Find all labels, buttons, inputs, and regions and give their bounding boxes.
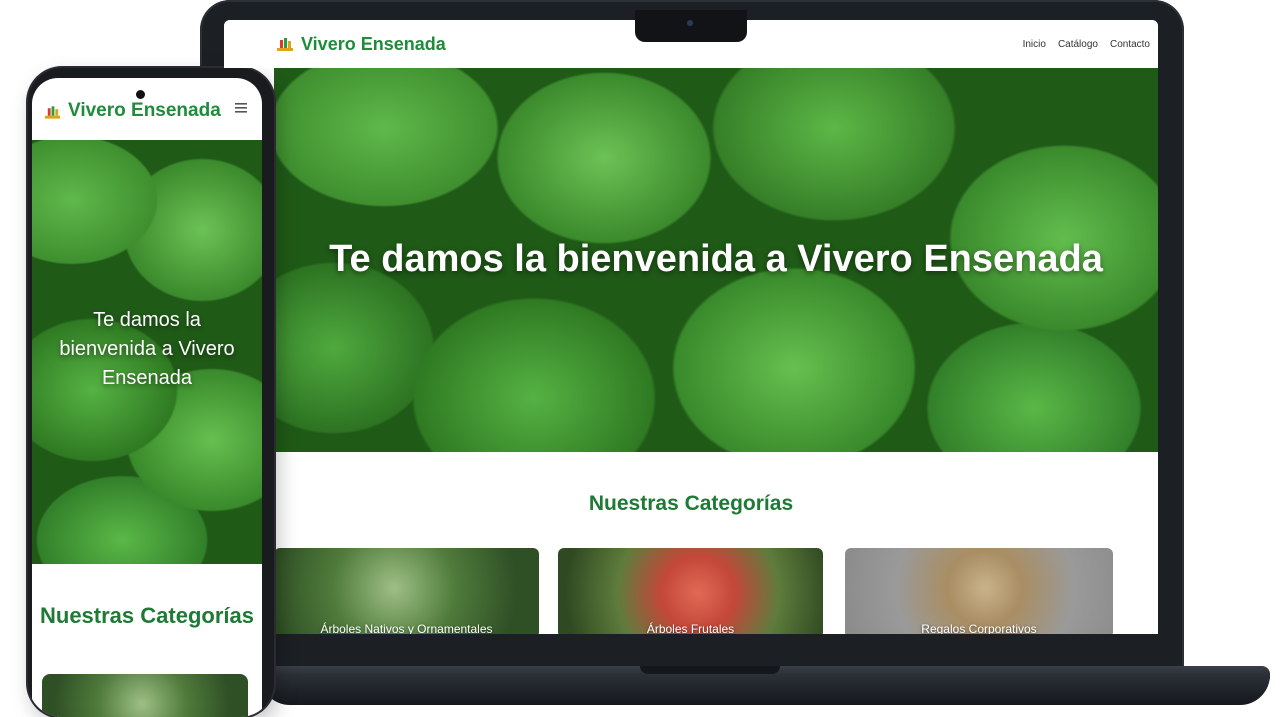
category-card[interactable] (42, 674, 248, 717)
hero-banner: Te damos la bienvenida a Vivero Ensenada (32, 140, 262, 564)
category-label: Árboles Nativos y Ornamentales (320, 622, 493, 634)
nav-link-inicio[interactable]: Inicio (1023, 39, 1046, 50)
logo-icon (44, 106, 61, 119)
hero-title: Te damos la bienvenida a Vivero Ensenada (59, 309, 235, 389)
phone-frame: Vivero Ensenada Te damos la bienvenida a… (28, 68, 274, 717)
laptop-screen: Vivero Ensenada Inicio Catálogo Contacto… (224, 20, 1158, 634)
section-title: Nuestras Categorías (40, 603, 254, 628)
category-card-arboles-nativos[interactable]: Árboles Nativos y Ornamentales (274, 548, 539, 634)
hamburger-menu-icon[interactable] (235, 102, 247, 114)
nav-link-catalogo[interactable]: Catálogo (1058, 39, 1098, 50)
category-label: Árboles Frutales (646, 622, 735, 634)
section-title: Nuestras Categorías (588, 492, 794, 515)
laptop-base (260, 675, 1270, 705)
laptop-nav-menu: Inicio Catálogo Contacto (1023, 39, 1150, 50)
hero-title: Te damos la bienvenida a Vivero Ensenada (329, 238, 1103, 280)
brand-name[interactable]: Vivero Ensenada (68, 100, 221, 122)
category-card-regalos-corporativos[interactable]: Regalos Corporativos (845, 548, 1113, 634)
brand-name[interactable]: Vivero Ensenada (301, 34, 446, 55)
laptop-notch (635, 10, 747, 42)
category-cards: Árboles Nativos y Ornamentales Árboles F… (274, 548, 1158, 634)
nav-link-contacto[interactable]: Contacto (1110, 39, 1150, 50)
camera-icon (687, 20, 693, 26)
laptop-hinge (640, 666, 780, 674)
phone-camera-icon (136, 90, 145, 99)
category-label: Regalos Corporativos (921, 622, 1037, 634)
category-card-arboles-frutales[interactable]: Árboles Frutales (558, 548, 823, 634)
logo-icon (277, 38, 293, 51)
hero-banner: Te damos la bienvenida a Vivero Ensenada (274, 68, 1158, 452)
phone-screen: Vivero Ensenada Te damos la bienvenida a… (32, 78, 262, 717)
laptop-bezel-bottom (224, 634, 1158, 664)
